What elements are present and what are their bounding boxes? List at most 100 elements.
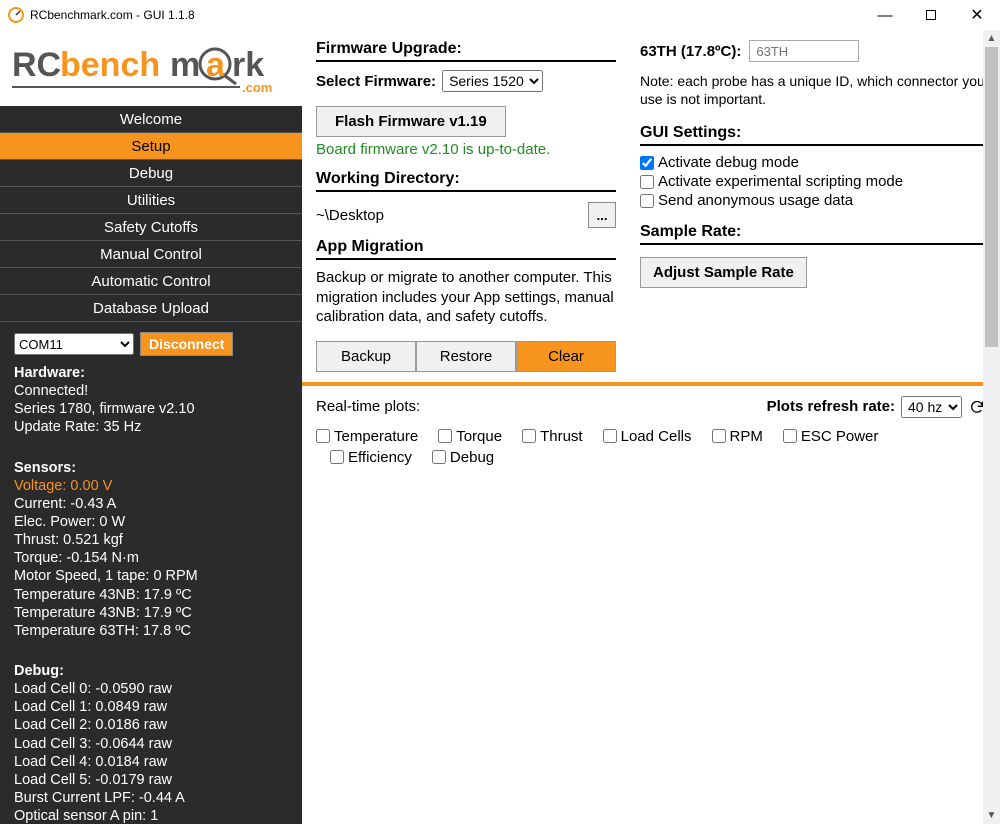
app-migration-description: Backup or migrate to another computer. T… <box>316 268 616 327</box>
plot-esc-power-checkbox[interactable] <box>783 429 797 443</box>
hardware-heading: Hardware: <box>14 365 85 381</box>
restore-button[interactable]: Restore <box>416 341 516 372</box>
plot-debug-checkbox[interactable] <box>432 450 446 464</box>
sidebar: RC bench m a rk .com Welcome Setup Debug… <box>0 30 302 824</box>
window-title: RCbenchmark.com - GUI 1.1.8 <box>30 8 195 22</box>
plot-rpm-label: RPM <box>730 428 763 445</box>
menu-item-automatic-control[interactable]: Automatic Control <box>0 268 302 295</box>
debug-opta: Optical sensor A pin: 1 <box>14 807 290 824</box>
scroll-up-button[interactable]: ▲ <box>983 30 1000 47</box>
menu-item-debug[interactable]: Debug <box>0 160 302 187</box>
plot-torque-label: Torque <box>456 428 502 445</box>
temp-probe-label: 63TH (17.8ºC): <box>640 43 741 60</box>
sensors-heading: Sensors: <box>14 460 76 476</box>
debug-lc1: Load Cell 1: 0.0849 raw <box>14 698 290 716</box>
activate-scripting-checkbox[interactable] <box>640 175 654 189</box>
svg-text:m: m <box>170 46 200 84</box>
refresh-rate-label: Plots refresh rate: <box>767 398 895 415</box>
sensor-power: Elec. Power: 0 W <box>14 513 290 531</box>
debug-heading: Debug: <box>14 663 64 679</box>
svg-text:.com: .com <box>242 80 272 95</box>
plot-esc-power-label: ESC Power <box>801 428 879 445</box>
firmware-upgrade-title: Firmware Upgrade: <box>316 40 616 62</box>
scroll-thumb[interactable] <box>985 47 998 347</box>
close-button[interactable]: ✕ <box>954 0 1000 30</box>
disconnect-button[interactable]: Disconnect <box>140 332 233 356</box>
firmware-status: Board firmware v2.10 is up-to-date. <box>316 141 616 158</box>
temp-probe-note: Note: each probe has a unique ID, which … <box>640 72 986 108</box>
plot-rpm-checkbox[interactable] <box>712 429 726 443</box>
menu-item-welcome[interactable]: Welcome <box>0 106 302 133</box>
app-migration-title: App Migration <box>316 238 616 260</box>
sensor-thrust: Thrust: 0.521 kgf <box>14 531 290 549</box>
activate-debug-checkbox[interactable] <box>640 156 654 170</box>
plot-efficiency-checkbox[interactable] <box>330 450 344 464</box>
plot-thrust-label: Thrust <box>540 428 583 445</box>
debug-lc0: Load Cell 0: -0.0590 raw <box>14 680 290 698</box>
debug-lc3: Load Cell 3: -0.0644 raw <box>14 735 290 753</box>
activate-debug-label: Activate debug mode <box>658 154 799 171</box>
titlebar: RCbenchmark.com - GUI 1.1.8 ― ✕ <box>0 0 1000 30</box>
logo: RC bench m a rk .com <box>0 30 302 106</box>
main-area: Firmware Upgrade: Select Firmware: Serie… <box>302 30 1000 824</box>
sensor-temp1: Temperature 43NB: 17.9 ºC <box>14 586 290 604</box>
svg-text:rk: rk <box>232 46 264 84</box>
sensor-torque: Torque: -0.154 N·m <box>14 549 290 567</box>
browse-directory-button[interactable]: ... <box>588 202 616 228</box>
working-directory-path: ~\Desktop <box>316 207 580 224</box>
hardware-connected: Connected! <box>14 382 290 400</box>
plot-load-cells-label: Load Cells <box>621 428 692 445</box>
plot-load-cells-checkbox[interactable] <box>603 429 617 443</box>
debug-lc5: Load Cell 5: -0.0179 raw <box>14 771 290 789</box>
send-anonymous-label: Send anonymous usage data <box>658 192 853 209</box>
menu-item-setup[interactable]: Setup <box>0 133 302 160</box>
sensor-temp2: Temperature 43NB: 17.9 ºC <box>14 604 290 622</box>
svg-text:RC: RC <box>12 46 61 84</box>
vertical-scrollbar[interactable]: ▲ ▼ <box>983 30 1000 824</box>
debug-lc4: Load Cell 4: 0.0184 raw <box>14 753 290 771</box>
plot-efficiency-label: Efficiency <box>348 449 412 466</box>
refresh-rate-select[interactable]: 40 hz <box>901 396 962 418</box>
hardware-update-rate: Update Rate: 35 Hz <box>14 418 290 436</box>
scroll-down-button[interactable]: ▼ <box>983 807 1000 824</box>
plot-thrust-checkbox[interactable] <box>522 429 536 443</box>
select-firmware-label: Select Firmware: <box>316 73 436 90</box>
backup-button[interactable]: Backup <box>316 341 416 372</box>
sensor-current: Current: -0.43 A <box>14 495 290 513</box>
minimize-button[interactable]: ― <box>862 0 908 30</box>
send-anonymous-checkbox[interactable] <box>640 194 654 208</box>
connection-row: COM11 Disconnect <box>0 322 302 360</box>
menu-item-database-upload[interactable]: Database Upload <box>0 295 302 322</box>
app-icon <box>8 7 24 23</box>
menu-item-manual-control[interactable]: Manual Control <box>0 241 302 268</box>
port-select[interactable]: COM11 <box>14 333 134 355</box>
nav-menu: Welcome Setup Debug Utilities Safety Cut… <box>0 106 302 322</box>
flash-firmware-button[interactable]: Flash Firmware v1.19 <box>316 106 506 137</box>
menu-item-safety-cutoffs[interactable]: Safety Cutoffs <box>0 214 302 241</box>
clear-button[interactable]: Clear <box>516 341 616 372</box>
sensor-voltage: Voltage: 0.00 V <box>14 477 290 495</box>
sensors-section: Sensors: Voltage: 0.00 V Current: -0.43 … <box>14 459 290 640</box>
adjust-sample-rate-button[interactable]: Adjust Sample Rate <box>640 257 807 288</box>
plot-torque-checkbox[interactable] <box>438 429 452 443</box>
menu-item-utilities[interactable]: Utilities <box>0 187 302 214</box>
plot-temperature-label: Temperature <box>334 428 418 445</box>
firmware-select[interactable]: Series 1520 <box>442 70 543 92</box>
sample-rate-title: Sample Rate: <box>640 223 986 245</box>
activate-scripting-label: Activate experimental scripting mode <box>658 173 903 190</box>
debug-burst: Burst Current LPF: -0.44 A <box>14 789 290 807</box>
temp-probe-input[interactable] <box>749 40 859 62</box>
hardware-section: Hardware: Connected! Series 1780, firmwa… <box>14 364 290 437</box>
svg-text:bench: bench <box>60 46 160 84</box>
plot-debug-label: Debug <box>450 449 494 466</box>
debug-section: Debug: Load Cell 0: -0.0590 raw Load Cel… <box>14 662 290 824</box>
maximize-button[interactable] <box>908 0 954 30</box>
working-directory-title: Working Directory: <box>316 170 616 192</box>
sensor-temp3: Temperature 63TH: 17.8 ºC <box>14 622 290 640</box>
hardware-series: Series 1780, firmware v2.10 <box>14 400 290 418</box>
realtime-plots-title: Real-time plots: <box>316 398 420 415</box>
gui-settings-title: GUI Settings: <box>640 124 986 146</box>
debug-lc2: Load Cell 2: 0.0186 raw <box>14 716 290 734</box>
plot-temperature-checkbox[interactable] <box>316 429 330 443</box>
svg-text:a: a <box>206 46 226 84</box>
